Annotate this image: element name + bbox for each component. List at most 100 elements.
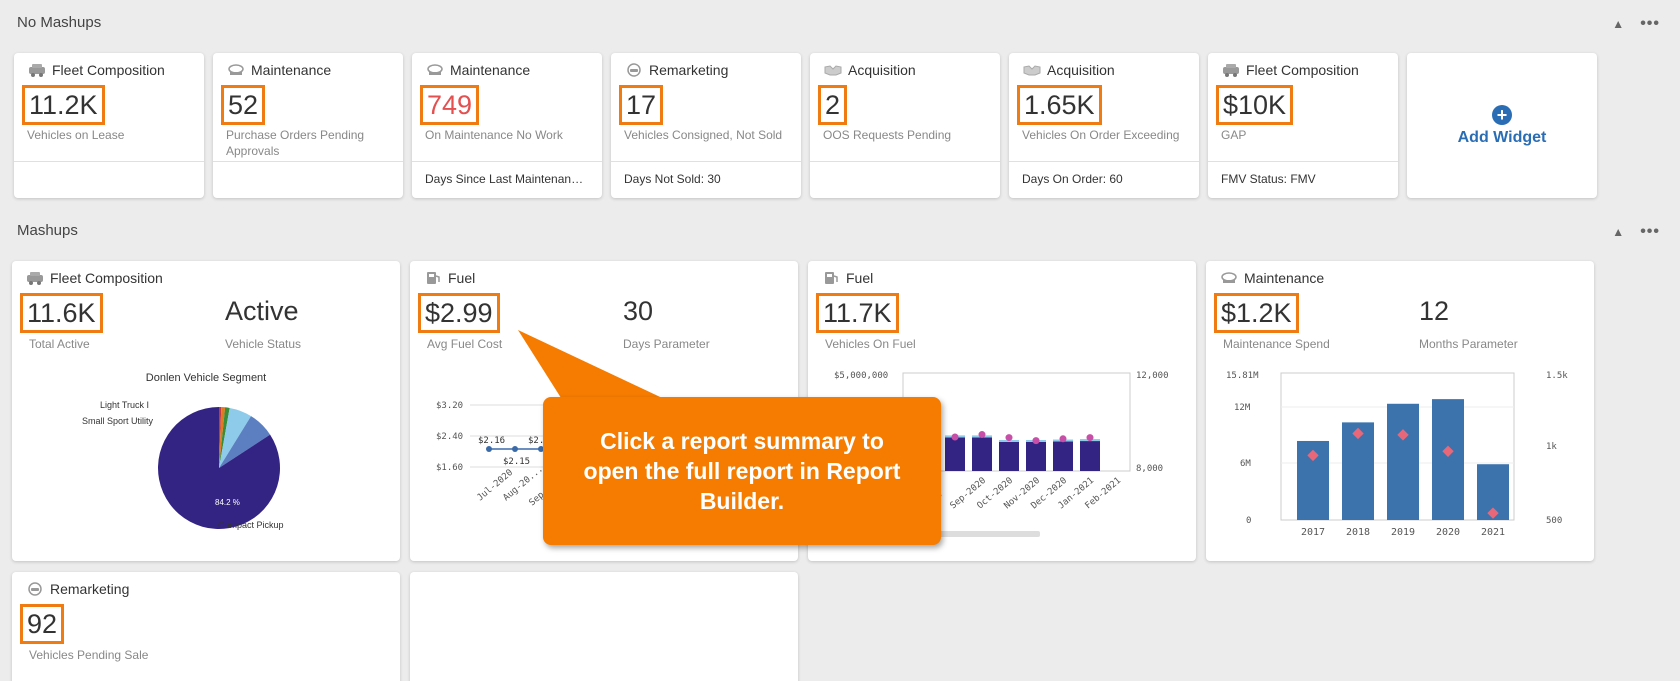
data-point [486, 446, 492, 452]
data-point[interactable] [1059, 435, 1067, 443]
bar[interactable] [972, 437, 992, 471]
kpi-value[interactable]: 2 [818, 85, 848, 125]
add-widget-button[interactable]: + Add Widget [1407, 53, 1597, 198]
kpi-value[interactable]: 749 [420, 85, 480, 125]
bar[interactable] [1387, 403, 1419, 520]
car-icon [1223, 64, 1239, 77]
mashup-card-remarketing[interactable]: Remarketing 92 Vehicles Pending Sale [12, 572, 400, 681]
kpi-widget-card[interactable]: Remarketing 17 Vehicles Consigned, Not S… [611, 53, 801, 198]
kpi-value[interactable]: $1.2K [1214, 293, 1299, 333]
bar[interactable] [1080, 441, 1100, 471]
wrench-icon [228, 64, 244, 75]
kpi-value-secondary: Active [225, 296, 299, 326]
combo-bar-chart[interactable]: 15.81M 12M 6M 0 1.5k 1k 500 2017 2018 2019… [1206, 361, 1594, 561]
card-footer: Days Not Sold: 30 [611, 161, 801, 196]
kpi-widget-card[interactable]: Maintenance 52 Purchase Orders Pending A… [213, 53, 403, 198]
kpi-widget-card[interactable]: Fleet Composition $10K GAP FMV Status: F… [1208, 53, 1398, 198]
card-footer: Days On Order: 60 [1009, 161, 1199, 196]
card-title: Remarketing [26, 581, 129, 597]
kpi-value[interactable]: 52 [221, 85, 266, 125]
wrench-icon [1221, 272, 1237, 283]
card-title: Fleet Composition [26, 270, 163, 286]
bar[interactable] [945, 437, 965, 471]
kpi-widget-card[interactable]: Maintenance 749 On Maintenance No Work D… [412, 53, 602, 198]
card-footer [810, 161, 1000, 182]
data-point[interactable] [951, 433, 959, 441]
data-point[interactable] [978, 431, 986, 439]
car-icon [29, 64, 45, 77]
collapse-icon[interactable]: ▲ [1612, 17, 1624, 31]
slice-label-compact-pickup: Compact Pickup [218, 520, 284, 530]
handshake-icon [824, 65, 842, 76]
kpi-value[interactable]: 11.7K [816, 293, 899, 333]
card-category: Fuel [846, 270, 874, 286]
mashup-card-fleet-composition[interactable]: Fleet Composition 11.6K Total Active Act… [12, 261, 400, 561]
kpi-value[interactable]: 11.2K [22, 85, 105, 125]
bar[interactable] [999, 441, 1019, 471]
data-point[interactable] [1032, 437, 1040, 445]
y-right-tick: 1k [1546, 442, 1557, 452]
x-tick: 2020 [1436, 527, 1460, 538]
callout-tooltip: Click a report summary to open the full … [543, 397, 941, 545]
data-point[interactable] [1086, 434, 1094, 442]
collapse-icon[interactable]: ▲ [1612, 225, 1624, 239]
y-left-tick: 15.81M [1226, 371, 1259, 381]
bar[interactable] [1053, 441, 1073, 471]
card-title: Fuel [424, 270, 475, 286]
card-title: Fuel [822, 270, 873, 286]
kpi-widget-card[interactable]: Acquisition 1.65K Vehicles On Order Exce… [1009, 53, 1199, 198]
more-options-icon[interactable]: ••• [1640, 223, 1660, 241]
card-category: Acquisition [848, 62, 916, 78]
kpi-value-secondary: 12 [1419, 296, 1450, 326]
kpi-value[interactable]: 11.6K [20, 293, 103, 333]
kpi-label: Total Active [29, 337, 90, 351]
kpi-value[interactable]: $10K [1216, 85, 1294, 125]
kpi-value[interactable]: 92 [20, 604, 65, 644]
card-title: Acquisition [824, 62, 916, 78]
chart-scrollbar[interactable] [928, 531, 1040, 537]
kpi-label: Maintenance Spend [1223, 337, 1330, 351]
kpi-widget-card[interactable]: Fleet Composition 11.2K Vehicles on Leas… [14, 53, 204, 198]
y-right-tick: 12,000 [1136, 371, 1169, 381]
slice-label-light-truck: Light Truck I [100, 400, 149, 410]
card-category: Remarketing [50, 581, 130, 597]
section-controls-no-mashups: ▲ ••• [1612, 15, 1660, 33]
chart-title: Donlen Vehicle Segment [146, 372, 266, 384]
card-title: Acquisition [1023, 62, 1115, 78]
y-left-tick: 12M [1234, 403, 1251, 413]
mashup-card-maintenance-spend[interactable]: Maintenance $1.2K Maintenance Spend 12 M… [1206, 261, 1594, 561]
card-category: Fleet Composition [50, 270, 163, 286]
kpi-label: Vehicles on Lease [27, 128, 125, 142]
bar[interactable] [1432, 399, 1464, 520]
data-label: $2. [528, 436, 544, 446]
card-category: Acquisition [1047, 62, 1115, 78]
card-title: Maintenance [1220, 270, 1324, 286]
card-title: Fleet Composition [1222, 62, 1359, 78]
bar[interactable] [1026, 441, 1046, 471]
card-footer: FMV Status: FMV [1208, 161, 1398, 196]
kpi-label: Avg Fuel Cost [427, 337, 503, 351]
kpi-label: GAP [1221, 128, 1247, 142]
card-footer [14, 161, 204, 182]
kpi-widget-card[interactable]: Acquisition 2 OOS Requests Pending [810, 53, 1000, 198]
y-right-tick: 500 [1546, 516, 1562, 526]
card-category: Maintenance [450, 62, 531, 78]
kpi-value[interactable]: 1.65K [1017, 85, 1102, 125]
kpi-label: On Maintenance No Work [425, 128, 563, 142]
kpi-value[interactable]: 17 [619, 85, 664, 125]
data-point[interactable] [1005, 434, 1013, 442]
card-title: Maintenance [426, 62, 530, 78]
y-left-tick: 6M [1240, 459, 1251, 469]
y-left-tick: $5,000,000 [834, 371, 888, 381]
pie-chart[interactable]: Donlen Vehicle Segment Light Truck I Sma… [12, 361, 400, 551]
data-label: $2.15 [503, 457, 530, 467]
kpi-label-secondary: Vehicle Status [225, 337, 302, 351]
y-tick: $1.60 [436, 463, 463, 473]
kpi-label: Vehicles Consigned, Not Sold [624, 128, 783, 142]
more-options-icon[interactable]: ••• [1640, 15, 1660, 33]
car-sale-icon [28, 582, 42, 596]
kpi-label: Purchase Orders Pending Approvals [226, 128, 365, 158]
kpi-label: Vehicles Pending Sale [29, 648, 149, 662]
kpi-value[interactable]: $2.99 [418, 293, 500, 333]
slice-percent-label: 84.2 % [215, 498, 240, 507]
